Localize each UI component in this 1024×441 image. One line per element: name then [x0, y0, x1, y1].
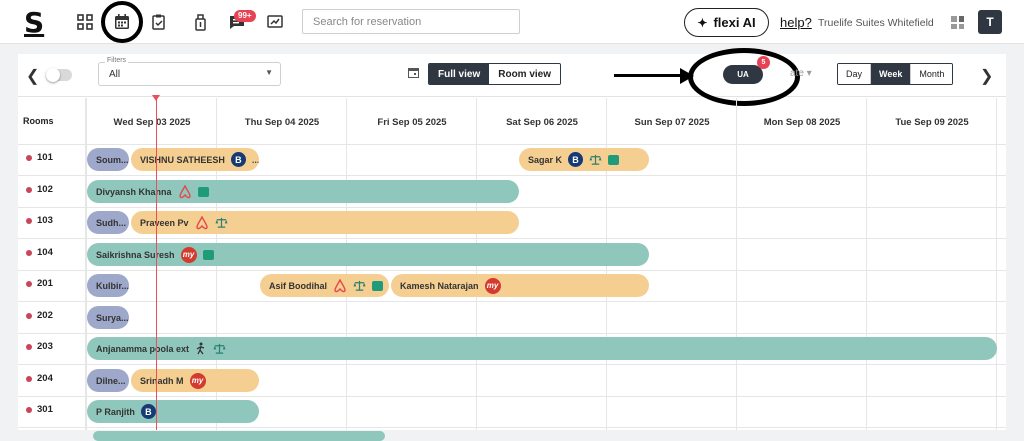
app-logo[interactable]: S: [24, 6, 44, 39]
filter-select[interactable]: Filters All ▼: [98, 57, 281, 86]
date-header: Sun Sep 07 2025: [634, 117, 710, 128]
reservation-bar[interactable]: Kulbir...: [87, 274, 129, 297]
date-select-label: ate: [790, 68, 804, 79]
reservation-bar[interactable]: [93, 431, 385, 441]
current-time-marker: [152, 95, 160, 101]
date-header: Tue Sep 09 2025: [895, 117, 969, 128]
property-name[interactable]: Truelife Suites Whitefield: [818, 17, 934, 29]
full-view-button[interactable]: Full view: [429, 64, 490, 84]
airbnb-icon: [178, 184, 191, 198]
scale-icon: [353, 280, 366, 291]
message-icon: [608, 154, 620, 165]
walk-in-icon: [196, 342, 205, 355]
room-status-dot: [26, 249, 32, 256]
range-day-button[interactable]: Day: [838, 64, 872, 84]
room-status-dot: [26, 343, 32, 350]
scale-icon: [213, 343, 226, 354]
help-link[interactable]: help?: [780, 15, 812, 30]
booking-icon: B: [230, 152, 246, 167]
flexi-ai-label: flexi AI: [713, 15, 756, 30]
room-status-dot: [26, 280, 32, 287]
calendar-panel: ❮ Filters All ▼ Full view Room view UA 5…: [18, 48, 1006, 441]
message-icon: [202, 249, 214, 260]
annotation-arrow: [614, 74, 682, 77]
date-picker-icon[interactable]: [408, 67, 419, 81]
makemytrip-icon: my: [189, 372, 206, 389]
room-label[interactable]: 203: [26, 341, 86, 352]
reservation-bar[interactable]: Srinadh Mmy: [131, 369, 259, 392]
scale-icon: [589, 154, 602, 165]
room-status-dot: [26, 375, 32, 382]
room-status-dot: [26, 186, 32, 193]
chevron-down-icon: ▼: [265, 68, 273, 77]
dashboard-icon[interactable]: [73, 10, 97, 34]
room-view-button[interactable]: Room view: [489, 64, 561, 84]
booking-icon: B: [568, 152, 584, 167]
airbnb-icon: [334, 278, 346, 292]
chevron-right-icon[interactable]: ❯: [980, 66, 993, 86]
calendar-highlight-circle: [101, 1, 143, 43]
flexi-ai-button[interactable]: ✦ flexi AI: [684, 8, 769, 37]
date-header: Mon Sep 08 2025: [763, 117, 841, 128]
room-status-dot: [26, 154, 32, 161]
room-label[interactable]: 101: [26, 152, 86, 163]
room-status-dot: [26, 406, 32, 413]
top-navbar: S 99+ Search for reservation ✦ flexi AI …: [0, 0, 1024, 44]
view-toggle[interactable]: [46, 68, 72, 82]
reservation-bar[interactable]: Anjanamma poola ext: [87, 337, 997, 360]
magic-wand-icon: ✦: [697, 15, 708, 30]
booking-icon: B: [140, 404, 156, 419]
filter-value: All: [109, 69, 121, 80]
reservation-bar[interactable]: Soum...: [87, 148, 129, 171]
room-label[interactable]: 103: [26, 215, 86, 226]
housekeeping-icon[interactable]: [188, 10, 212, 34]
reservation-bar[interactable]: Saikrishna Suresh my: [87, 243, 649, 266]
reservation-bar[interactable]: Asif Boodihal: [260, 274, 389, 297]
makemytrip-icon: my: [484, 277, 501, 294]
reservation-bar[interactable]: Sagar KB: [519, 148, 649, 171]
rooms-header: Rooms: [23, 116, 54, 126]
apps-grid-icon[interactable]: [951, 16, 964, 29]
range-month-button[interactable]: Month: [911, 64, 953, 84]
date-header: Wed Sep 03 2025: [113, 117, 191, 128]
range-week-button[interactable]: Week: [871, 64, 912, 84]
reservation-bar[interactable]: Surya...: [87, 306, 129, 329]
reservation-bar[interactable]: VISHNU SATHEESH B...: [131, 148, 259, 171]
date-header: Thu Sep 04 2025: [244, 117, 320, 128]
date-select[interactable]: ate ▾: [790, 68, 812, 79]
reservation-bar[interactable]: Praveen Pv: [131, 211, 519, 234]
notification-badge: 99+: [234, 10, 256, 22]
message-icon: [372, 280, 383, 291]
range-group: Day Week Month: [837, 63, 954, 85]
filter-label: Filters: [105, 57, 129, 64]
room-label[interactable]: 202: [26, 310, 86, 321]
user-avatar[interactable]: T: [978, 10, 1002, 34]
room-status-dot: [26, 312, 32, 319]
chevron-left-icon[interactable]: ❮: [26, 66, 39, 86]
reservation-bar[interactable]: Dilne...: [87, 369, 129, 392]
date-header: Sat Sep 06 2025: [506, 117, 578, 128]
message-icon: [197, 186, 209, 197]
reservation-bar[interactable]: Sudh...: [87, 211, 129, 234]
checklist-icon[interactable]: [147, 10, 171, 34]
room-label[interactable]: 104: [26, 247, 86, 258]
room-label[interactable]: 204: [26, 373, 86, 384]
calendar-toolbar: ❮ Filters All ▼ Full view Room view UA 5…: [18, 48, 1006, 106]
search-input[interactable]: Search for reservation: [302, 9, 520, 34]
reports-icon[interactable]: [263, 10, 287, 34]
current-time-line: [156, 98, 157, 430]
reservation-bar[interactable]: Divyansh Khanna: [87, 180, 519, 203]
room-label[interactable]: 201: [26, 278, 86, 289]
reservation-bar[interactable]: Kamesh Natarajan my: [391, 274, 649, 297]
room-label[interactable]: 301: [26, 404, 86, 415]
airbnb-icon: [195, 215, 208, 229]
makemytrip-icon: my: [180, 246, 197, 263]
room-status-dot: [26, 217, 32, 224]
room-label[interactable]: 102: [26, 184, 86, 195]
date-header: Fri Sep 05 2025: [377, 117, 447, 128]
scale-icon: [215, 217, 228, 228]
reservation-bar[interactable]: P Ranjith B: [87, 400, 259, 423]
view-mode-group: Full view Room view: [428, 63, 562, 85]
reservation-grid: Rooms Wed Sep 03 2025 Thu Sep 04 2025 Fr…: [18, 95, 1006, 441]
